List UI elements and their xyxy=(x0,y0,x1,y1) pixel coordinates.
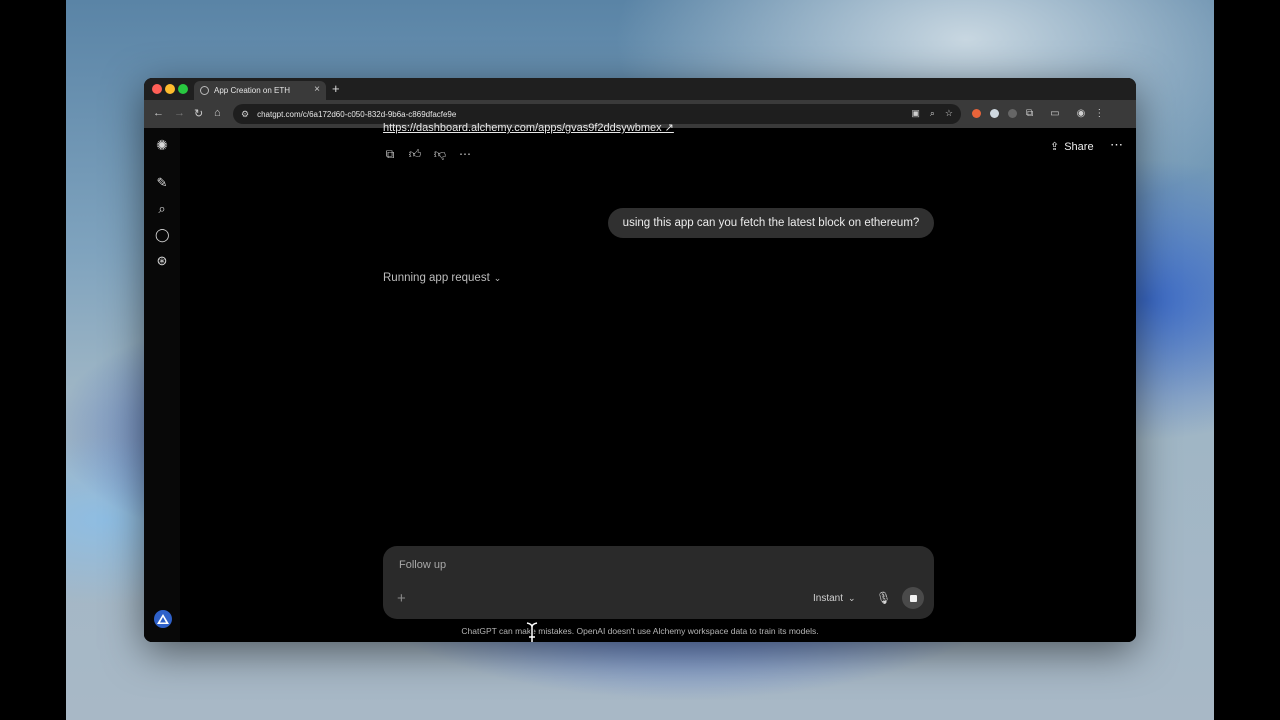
side-panel-icon[interactable]: ▭ xyxy=(1050,108,1059,119)
close-window-button[interactable] xyxy=(152,84,162,94)
browser-window: App Creation on ETH × + ← → ↻ ⌂ ⚙ chatgp… xyxy=(144,78,1136,642)
composer: + Instant ⌄ 🎙︎ xyxy=(383,546,934,619)
search-icon[interactable]: ⌕ xyxy=(155,202,169,216)
chatgpt-logo-icon[interactable]: ✺ xyxy=(155,138,169,152)
sidebar: ✺ ✎ ⌕ ◯ ⊛ xyxy=(144,128,180,642)
status-text: Running app request xyxy=(383,272,490,284)
maximize-window-button[interactable] xyxy=(178,84,188,94)
extension-fox-icon[interactable] xyxy=(972,109,981,118)
thumbs-up-icon[interactable]: 👍︎ xyxy=(408,147,422,161)
microphone-icon[interactable]: 🎙︎ xyxy=(876,591,891,605)
chevron-down-icon: ⌄ xyxy=(493,272,502,283)
text-cursor-icon xyxy=(526,622,538,642)
extension-palette-icon[interactable] xyxy=(990,109,999,118)
thumbs-down-icon[interactable]: 👎︎ xyxy=(433,147,447,161)
add-attachment-icon[interactable]: + xyxy=(397,590,406,607)
zoom-icon[interactable]: ⌕ xyxy=(930,108,935,119)
message-actions: ⧉ 👍︎ 👎︎ ⋯ xyxy=(383,147,472,161)
status-toggle[interactable]: Running app request ⌄ xyxy=(383,272,501,284)
share-icon: ⇪ xyxy=(1050,141,1060,153)
stop-icon xyxy=(909,594,917,602)
new-chat-icon[interactable]: ✎ xyxy=(155,176,169,190)
more-actions-icon[interactable]: ⋯ xyxy=(458,147,472,161)
user-message: using this app can you fetch the latest … xyxy=(608,208,934,238)
chat-page: ✺ ✎ ⌕ ◯ ⊛ https://dashboard.alchemy.com/… xyxy=(144,122,1136,642)
extension-circle-icon[interactable] xyxy=(1008,109,1017,118)
conversation-options-icon[interactable]: ⋯ xyxy=(1110,137,1123,153)
minimize-window-button[interactable] xyxy=(165,84,175,94)
tab-favicon-icon xyxy=(200,86,209,95)
copy-icon[interactable]: ⧉ xyxy=(383,147,397,161)
model-selector[interactable]: Instant ⌄ xyxy=(813,593,856,604)
tab-bar: App Creation on ETH × + xyxy=(144,78,1136,100)
tab-close-icon[interactable]: × xyxy=(314,84,320,95)
apps-icon[interactable]: ⊛ xyxy=(155,254,169,268)
bookmark-star-icon[interactable]: ☆ xyxy=(945,108,953,119)
previous-link[interactable]: https://dashboard.alchemy.com/apps/gvas9… xyxy=(383,121,674,134)
disclaimer: ChatGPT can make mistakes. OpenAI doesn'… xyxy=(461,626,819,636)
stop-button[interactable] xyxy=(902,587,924,609)
back-icon[interactable]: ← xyxy=(153,107,164,119)
new-tab-icon[interactable]: + xyxy=(332,81,340,96)
profile-icon[interactable]: ◉ xyxy=(1077,108,1086,119)
forward-icon[interactable]: → xyxy=(174,107,185,119)
follow-up-input[interactable] xyxy=(397,558,801,572)
browser-tab[interactable]: App Creation on ETH × xyxy=(194,81,326,100)
reload-icon[interactable]: ↻ xyxy=(194,107,203,120)
browser-menu-icon[interactable]: ⋮ xyxy=(1094,108,1104,119)
chats-icon[interactable]: ◯ xyxy=(155,228,170,242)
model-label: Instant xyxy=(813,593,844,604)
home-icon[interactable]: ⌂ xyxy=(214,107,221,119)
extensions-puzzle-icon[interactable]: ⧉ xyxy=(1026,108,1033,119)
url-text: chatgpt.com/c/6a172d60-c050-832d-9b6a-c8… xyxy=(257,109,457,119)
share-label: Share xyxy=(1064,140,1094,153)
site-info-icon[interactable]: ⚙ xyxy=(241,109,249,120)
share-button[interactable]: ⇪ Share xyxy=(1050,140,1094,154)
screen-share-icon[interactable]: ▣ xyxy=(911,108,920,119)
chevron-down-icon: ⌄ xyxy=(848,593,856,603)
alchemy-logo-icon xyxy=(157,614,169,624)
tab-title: App Creation on ETH xyxy=(214,86,291,95)
